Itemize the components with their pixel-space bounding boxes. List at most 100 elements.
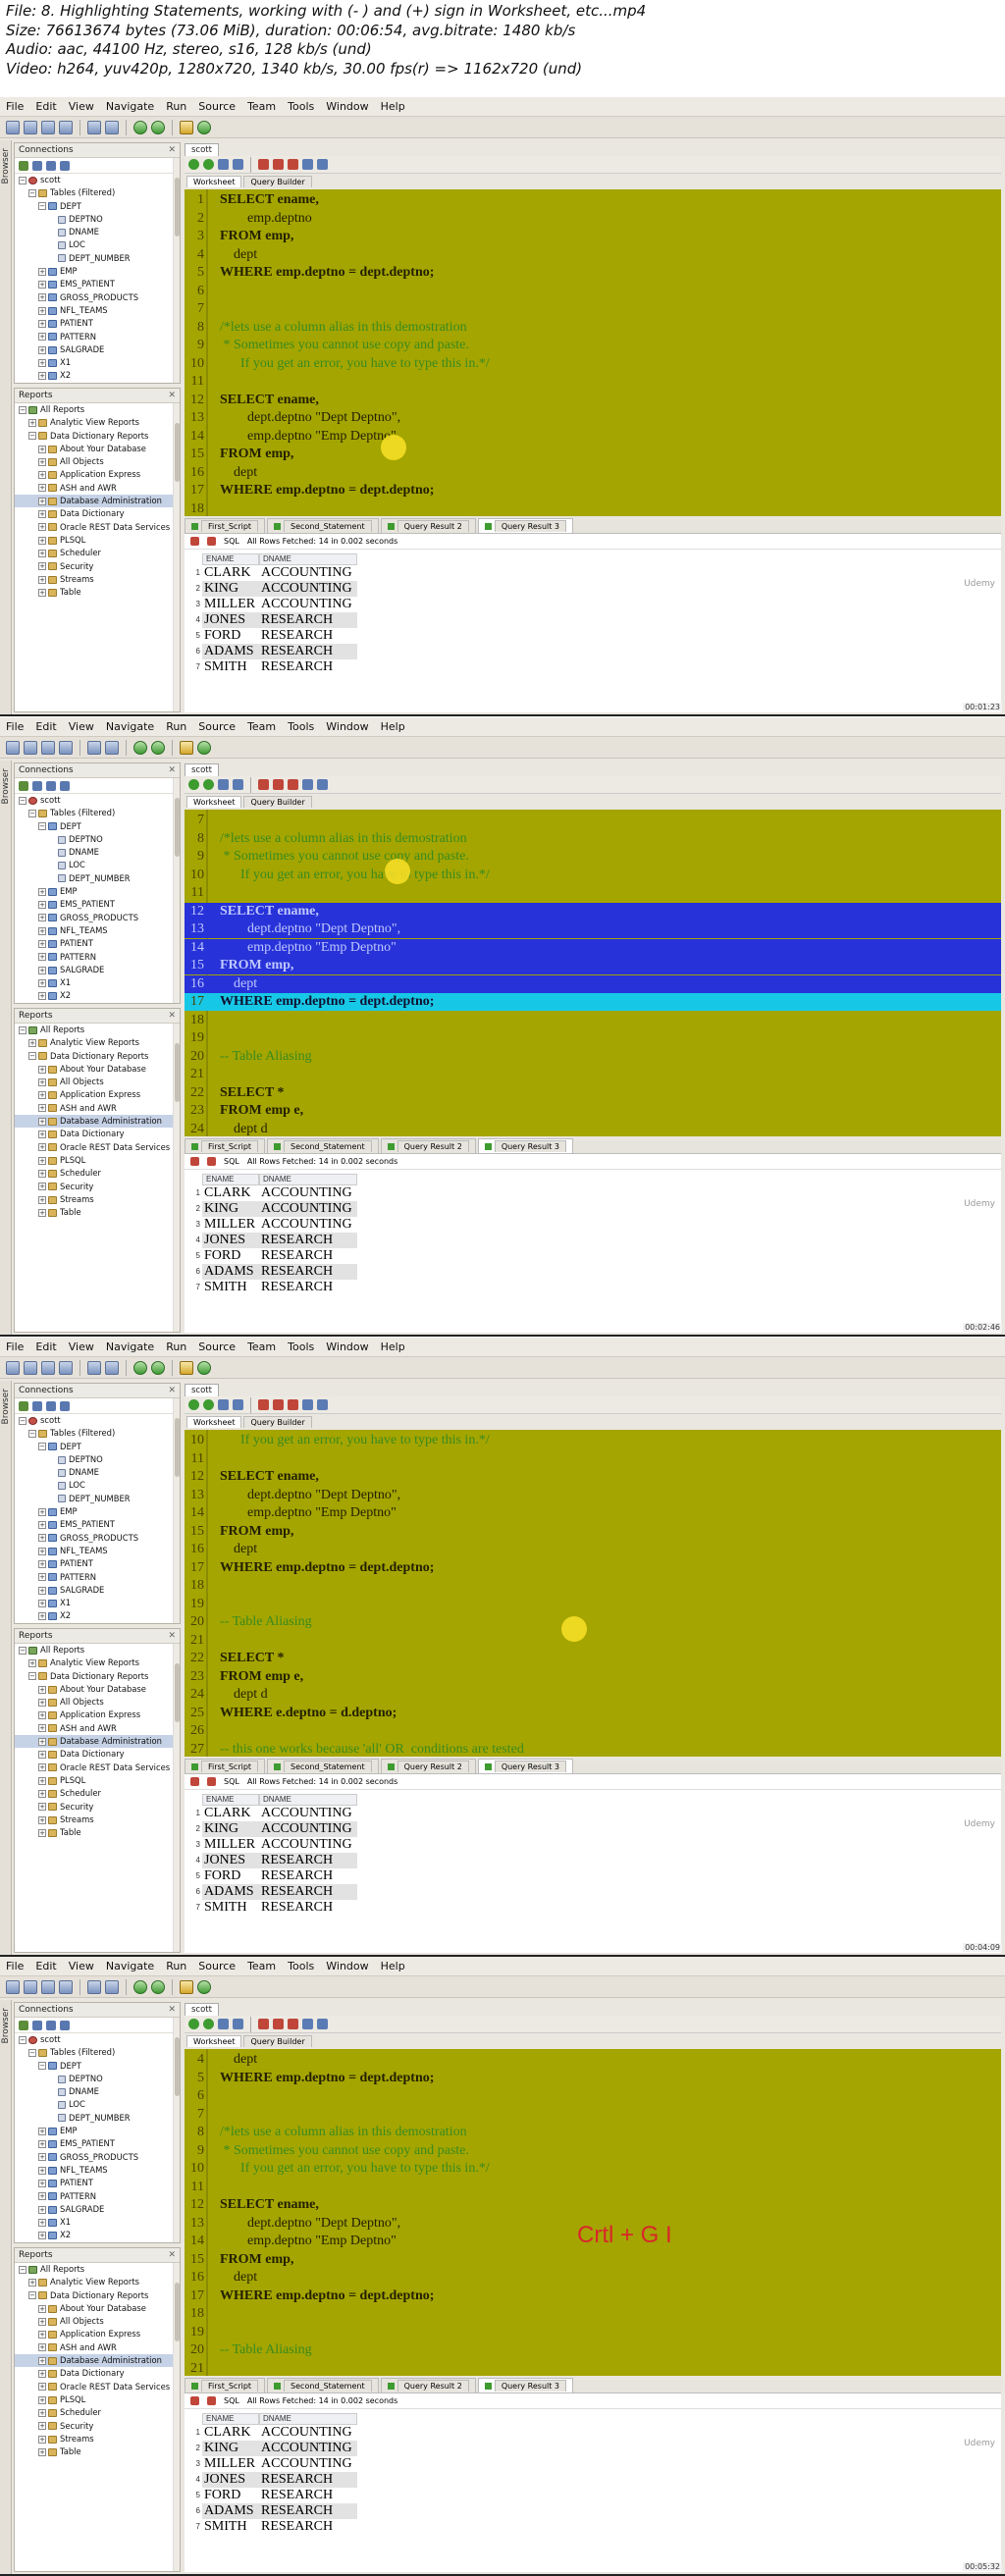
table-row[interactable]: 6 ADAMS RESEARCH (188, 2503, 357, 2519)
connections-tree-item[interactable]: DNAME (15, 846, 180, 859)
reports-tree-item[interactable]: − All Reports (15, 1024, 180, 1036)
code-line[interactable]: 11 (185, 2179, 1001, 2196)
menu-run[interactable]: Run (166, 720, 186, 733)
reports-tree-item[interactable]: + Scheduler (15, 1167, 180, 1180)
run-script-icon[interactable] (203, 779, 214, 790)
result-tab[interactable]: Query Result 2 (380, 518, 476, 533)
connections-tree-item[interactable]: + X1 (15, 976, 180, 989)
expand-toggle-icon[interactable]: − (38, 822, 46, 831)
expand-toggle-icon[interactable]: + (38, 2192, 46, 2201)
tab-scott[interactable]: scott (185, 763, 219, 776)
menu-window[interactable]: Window (326, 1341, 368, 1353)
export-icon[interactable] (207, 1157, 216, 1166)
code-line[interactable]: 10 If you get an error, you have to type… (185, 2160, 1001, 2178)
connections-tree-item[interactable]: + EMP (15, 265, 180, 278)
code-line[interactable]: 15 FROM emp, (185, 446, 1001, 463)
code-line[interactable]: 8 /*lets use a column alias in this demos… (185, 319, 1001, 337)
reports-tree-item[interactable]: − All Reports (15, 403, 180, 416)
vertical-scrollbar[interactable] (173, 1024, 180, 1332)
tab-query-builder[interactable]: Query Builder (243, 1416, 312, 1428)
menu-navigate[interactable]: Navigate (106, 1960, 154, 1972)
reports-tree-item[interactable]: + Database Administration (15, 1735, 180, 1749)
result-tab[interactable]: First_Script (185, 518, 266, 533)
open-icon[interactable] (24, 1979, 37, 1994)
vertical-scrollbar[interactable] (173, 2263, 180, 2571)
code-line[interactable]: 17 WHERE emp.deptno = dept.deptno; (185, 993, 1001, 1011)
expand-toggle-icon[interactable]: + (38, 1169, 46, 1178)
expand-toggle-icon[interactable]: + (38, 1815, 46, 1824)
connections-tree-item[interactable]: DNAME (15, 2085, 180, 2098)
table-row[interactable]: 1 CLARK ACCOUNTING (188, 1185, 357, 1201)
tab-worksheet[interactable]: Worksheet (186, 176, 242, 187)
expand-toggle-icon[interactable]: − (28, 1672, 36, 1681)
expand-toggle-icon[interactable]: + (38, 966, 46, 974)
expand-toggle-icon[interactable]: + (38, 1104, 46, 1113)
expand-toggle-icon[interactable]: + (38, 926, 46, 935)
reports-tree-item[interactable]: + About Your Database (15, 443, 180, 455)
reports-tree-item[interactable]: + Streams (15, 1193, 180, 1206)
result-tab[interactable]: Second_Statement (267, 1759, 379, 1773)
expand-toggle-icon[interactable]: + (38, 2331, 46, 2339)
reports-tree-item[interactable]: + Application Express (15, 1709, 180, 1721)
code-line[interactable]: 16 dept (185, 974, 1001, 993)
expand-toggle-icon[interactable]: + (38, 901, 46, 910)
connections-tree-item[interactable]: − DEPT (15, 820, 180, 833)
connections-tree-item[interactable]: + EMS_PATIENT (15, 1518, 180, 1531)
scrollbar-thumb[interactable] (175, 1418, 180, 1477)
menu-help[interactable]: Help (381, 100, 405, 113)
sql-worksheet-icon[interactable] (180, 120, 193, 134)
reports-tree-item[interactable]: − Data Dictionary Reports (15, 2289, 180, 2302)
code-line[interactable]: 18 (185, 1577, 1001, 1595)
expand-toggle-icon[interactable]: + (38, 1065, 46, 1074)
vertical-scrollbar[interactable] (173, 2018, 180, 2242)
close-icon[interactable]: ✕ (168, 1386, 176, 1395)
pin-icon[interactable] (190, 1777, 199, 1786)
run-statement-icon[interactable] (188, 2019, 199, 2029)
table-row[interactable]: 5 FORD RESEARCH (188, 2488, 357, 2503)
reports-tree-item[interactable]: + Table (15, 586, 180, 599)
expand-toggle-icon[interactable]: − (19, 1025, 26, 1034)
reports-tree-item[interactable]: + Security (15, 560, 180, 573)
result-tab[interactable]: Query Result 3 (477, 518, 574, 533)
tab-query-builder[interactable]: Query Builder (243, 176, 312, 187)
format-icon[interactable] (317, 1399, 328, 1410)
new-icon[interactable] (6, 120, 20, 134)
code-line[interactable]: 15 FROM emp, (185, 2251, 1001, 2269)
code-line[interactable]: 5 WHERE emp.deptno = dept.deptno; (185, 2070, 1001, 2087)
table-row[interactable]: 6 ADAMS RESEARCH (188, 644, 357, 659)
result-tab[interactable]: Query Result 3 (477, 1138, 574, 1153)
expand-toggle-icon[interactable]: + (38, 2127, 46, 2135)
table-row[interactable]: 4 JONES RESEARCH (188, 1233, 357, 1248)
clear-icon[interactable] (288, 1399, 298, 1410)
code-line[interactable]: 6 (185, 2087, 1001, 2105)
result-tab[interactable]: First_Script (185, 1138, 266, 1153)
new-icon[interactable] (6, 1360, 20, 1375)
reports-tree-item[interactable]: + ASH and AWR (15, 482, 180, 495)
expand-toggle-icon[interactable]: + (38, 2317, 46, 2326)
sql-link[interactable]: SQL (224, 1157, 239, 1166)
expand-toggle-icon[interactable]: + (38, 2422, 46, 2431)
expand-toggle-icon[interactable]: + (38, 497, 46, 505)
expand-toggle-icon[interactable]: + (38, 978, 46, 987)
reports-tree-item[interactable]: + Data Dictionary (15, 1748, 180, 1761)
expand-toggle-icon[interactable]: + (38, 2218, 46, 2227)
connections-tree-item[interactable]: + EMS_PATIENT (15, 2137, 180, 2150)
reports-tree-item[interactable]: + PLSQL (15, 1774, 180, 1787)
expand-toggle-icon[interactable]: + (38, 267, 46, 276)
expand-toggle-icon[interactable]: + (38, 1737, 46, 1746)
menu-window[interactable]: Window (326, 1960, 368, 1972)
expand-toggle-icon[interactable]: − (19, 1416, 26, 1425)
code-line[interactable]: 12 SELECT ename, (185, 902, 1001, 920)
code-line[interactable]: 7 (185, 812, 1001, 829)
explain-plan-icon[interactable] (273, 779, 284, 790)
reports-tree-item[interactable]: + PLSQL (15, 1154, 180, 1167)
close-icon[interactable]: ✕ (168, 2005, 176, 2015)
reports-tree-item[interactable]: − All Reports (15, 1644, 180, 1656)
menu-view[interactable]: View (69, 100, 94, 113)
code-line[interactable]: 24 dept d (185, 1686, 1001, 1704)
clear-icon[interactable] (288, 159, 298, 170)
expand-toggle-icon[interactable]: + (38, 2140, 46, 2149)
table-row[interactable]: 4 JONES RESEARCH (188, 612, 357, 628)
connections-tree-item[interactable]: + EMP (15, 1505, 180, 1518)
commit-icon[interactable] (218, 779, 229, 790)
